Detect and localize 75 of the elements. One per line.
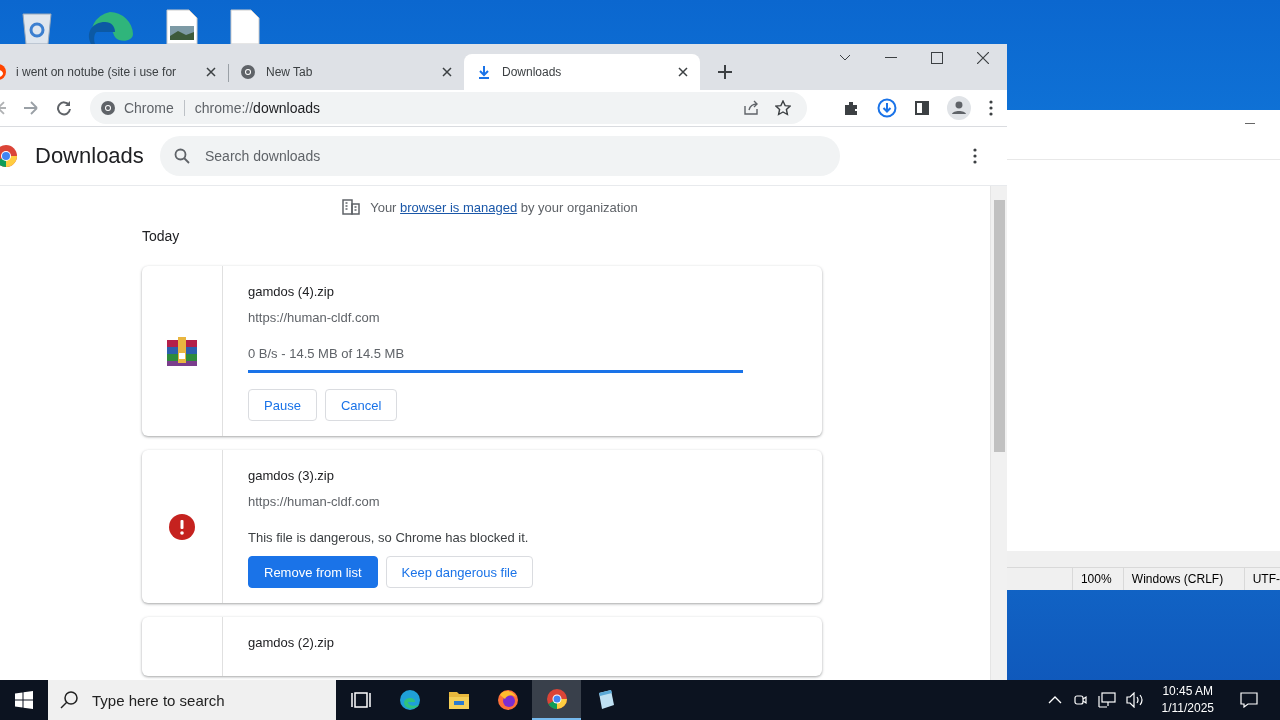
managed-notice: Your browser is managed by your organization: [370, 199, 638, 215]
chrome-icon: [99, 100, 116, 116]
secondary-button[interactable]: Cancel: [324, 389, 398, 421]
chrome-icon: [240, 64, 256, 80]
close-icon[interactable]: [977, 52, 989, 64]
url-text: chrome://downloads: [194, 100, 321, 116]
search-icon: [174, 148, 190, 164]
status-item: UTF-: [1251, 571, 1280, 588]
forward-arrow-icon[interactable]: [24, 101, 38, 115]
archive-icon: [166, 335, 198, 367]
more-options-icon[interactable]: [973, 148, 977, 164]
windows-logo-icon[interactable]: [15, 691, 33, 709]
secondary-button[interactable]: Keep dangerous file: [385, 556, 534, 588]
tab-title: i went on notube (site i use for: [16, 65, 178, 79]
horizontal-scrollbar[interactable]: [1007, 551, 1280, 567]
share-icon[interactable]: [743, 100, 760, 116]
file-name[interactable]: gamdos (4).zip: [248, 284, 797, 310]
close-icon[interactable]: [206, 67, 216, 77]
source-url[interactable]: https://human-cldf.com: [248, 494, 797, 530]
search-field[interactable]: Type here to search: [48, 680, 336, 720]
more-options-icon[interactable]: [989, 100, 993, 116]
status-item: Windows (CRLF): [1123, 568, 1245, 590]
reload-icon[interactable]: [55, 100, 72, 116]
download-status: 0 B/s - 14.5 MB of 14.5 MB: [248, 346, 406, 363]
danger-message: This file is dangerous, so Chrome has blocked it.: [248, 530, 530, 547]
warning-icon: [169, 513, 195, 540]
side-panel-icon[interactable]: [915, 101, 930, 115]
primary-button[interactable]: Remove from list: [248, 556, 378, 588]
section-heading: Today: [142, 228, 181, 246]
search-icon: [60, 691, 78, 709]
tab-title: Downloads: [502, 65, 563, 79]
chevron-down-icon[interactable]: [839, 54, 851, 62]
new-tab-icon[interactable]: [718, 65, 732, 79]
volume-icon[interactable]: [1125, 692, 1144, 708]
close-icon[interactable]: [678, 67, 688, 77]
puzzle-icon[interactable]: [843, 100, 860, 116]
network-icon[interactable]: [1097, 692, 1116, 708]
managed-link[interactable]: browser is managed: [400, 199, 518, 215]
building-icon: [342, 199, 361, 215]
scrollbar-thumb[interactable]: [993, 200, 1005, 452]
clock[interactable]: 10:45 AM 1/11/2025: [1161, 683, 1214, 717]
image-file-icon[interactable]: [165, 8, 199, 44]
site-label: Chrome: [123, 100, 174, 116]
minimize-icon[interactable]: [885, 57, 897, 59]
browser-tab[interactable]: i went on notube (site i use for: [0, 54, 228, 90]
page-title: Downloads: [35, 143, 145, 169]
folder-icon: [448, 689, 469, 711]
status-item: 100%: [1072, 568, 1124, 590]
search-field[interactable]: Search downloads: [160, 136, 840, 176]
taskbar-app[interactable]: [532, 680, 581, 720]
profile-icon[interactable]: [947, 96, 971, 120]
file-name[interactable]: gamdos (2).zip: [248, 635, 797, 661]
star-icon[interactable]: [775, 100, 792, 116]
tab-title: New Tab: [266, 65, 314, 79]
secondary-button[interactable]: Pause: [248, 389, 317, 421]
chevron-up-icon[interactable]: [1047, 696, 1062, 704]
camera-icon[interactable]: [1071, 692, 1088, 708]
source-url[interactable]: https://human-cldf.com: [248, 310, 797, 346]
task-view-icon: [350, 689, 371, 711]
browser-tab[interactable]: Downloads: [464, 54, 700, 90]
file-icon[interactable]: [229, 8, 261, 44]
maximize-icon[interactable]: [931, 52, 943, 64]
firefox-icon: [497, 689, 518, 711]
chrome-icon: [546, 688, 567, 710]
notification-icon[interactable]: [1240, 692, 1258, 708]
download-icon: [476, 64, 492, 80]
file-name[interactable]: gamdos (3).zip: [248, 468, 797, 494]
minimize-icon[interactable]: [1245, 122, 1255, 125]
browser-tab[interactable]: New Tab: [228, 54, 464, 90]
close-icon[interactable]: [442, 67, 452, 77]
recycle-bin-icon[interactable]: [19, 10, 55, 44]
scrollbar[interactable]: [990, 186, 1007, 680]
address-bar[interactable]: Chrome chrome://downloads: [89, 92, 808, 124]
download-icon[interactable]: [877, 98, 898, 118]
edge-icon: [399, 689, 420, 711]
